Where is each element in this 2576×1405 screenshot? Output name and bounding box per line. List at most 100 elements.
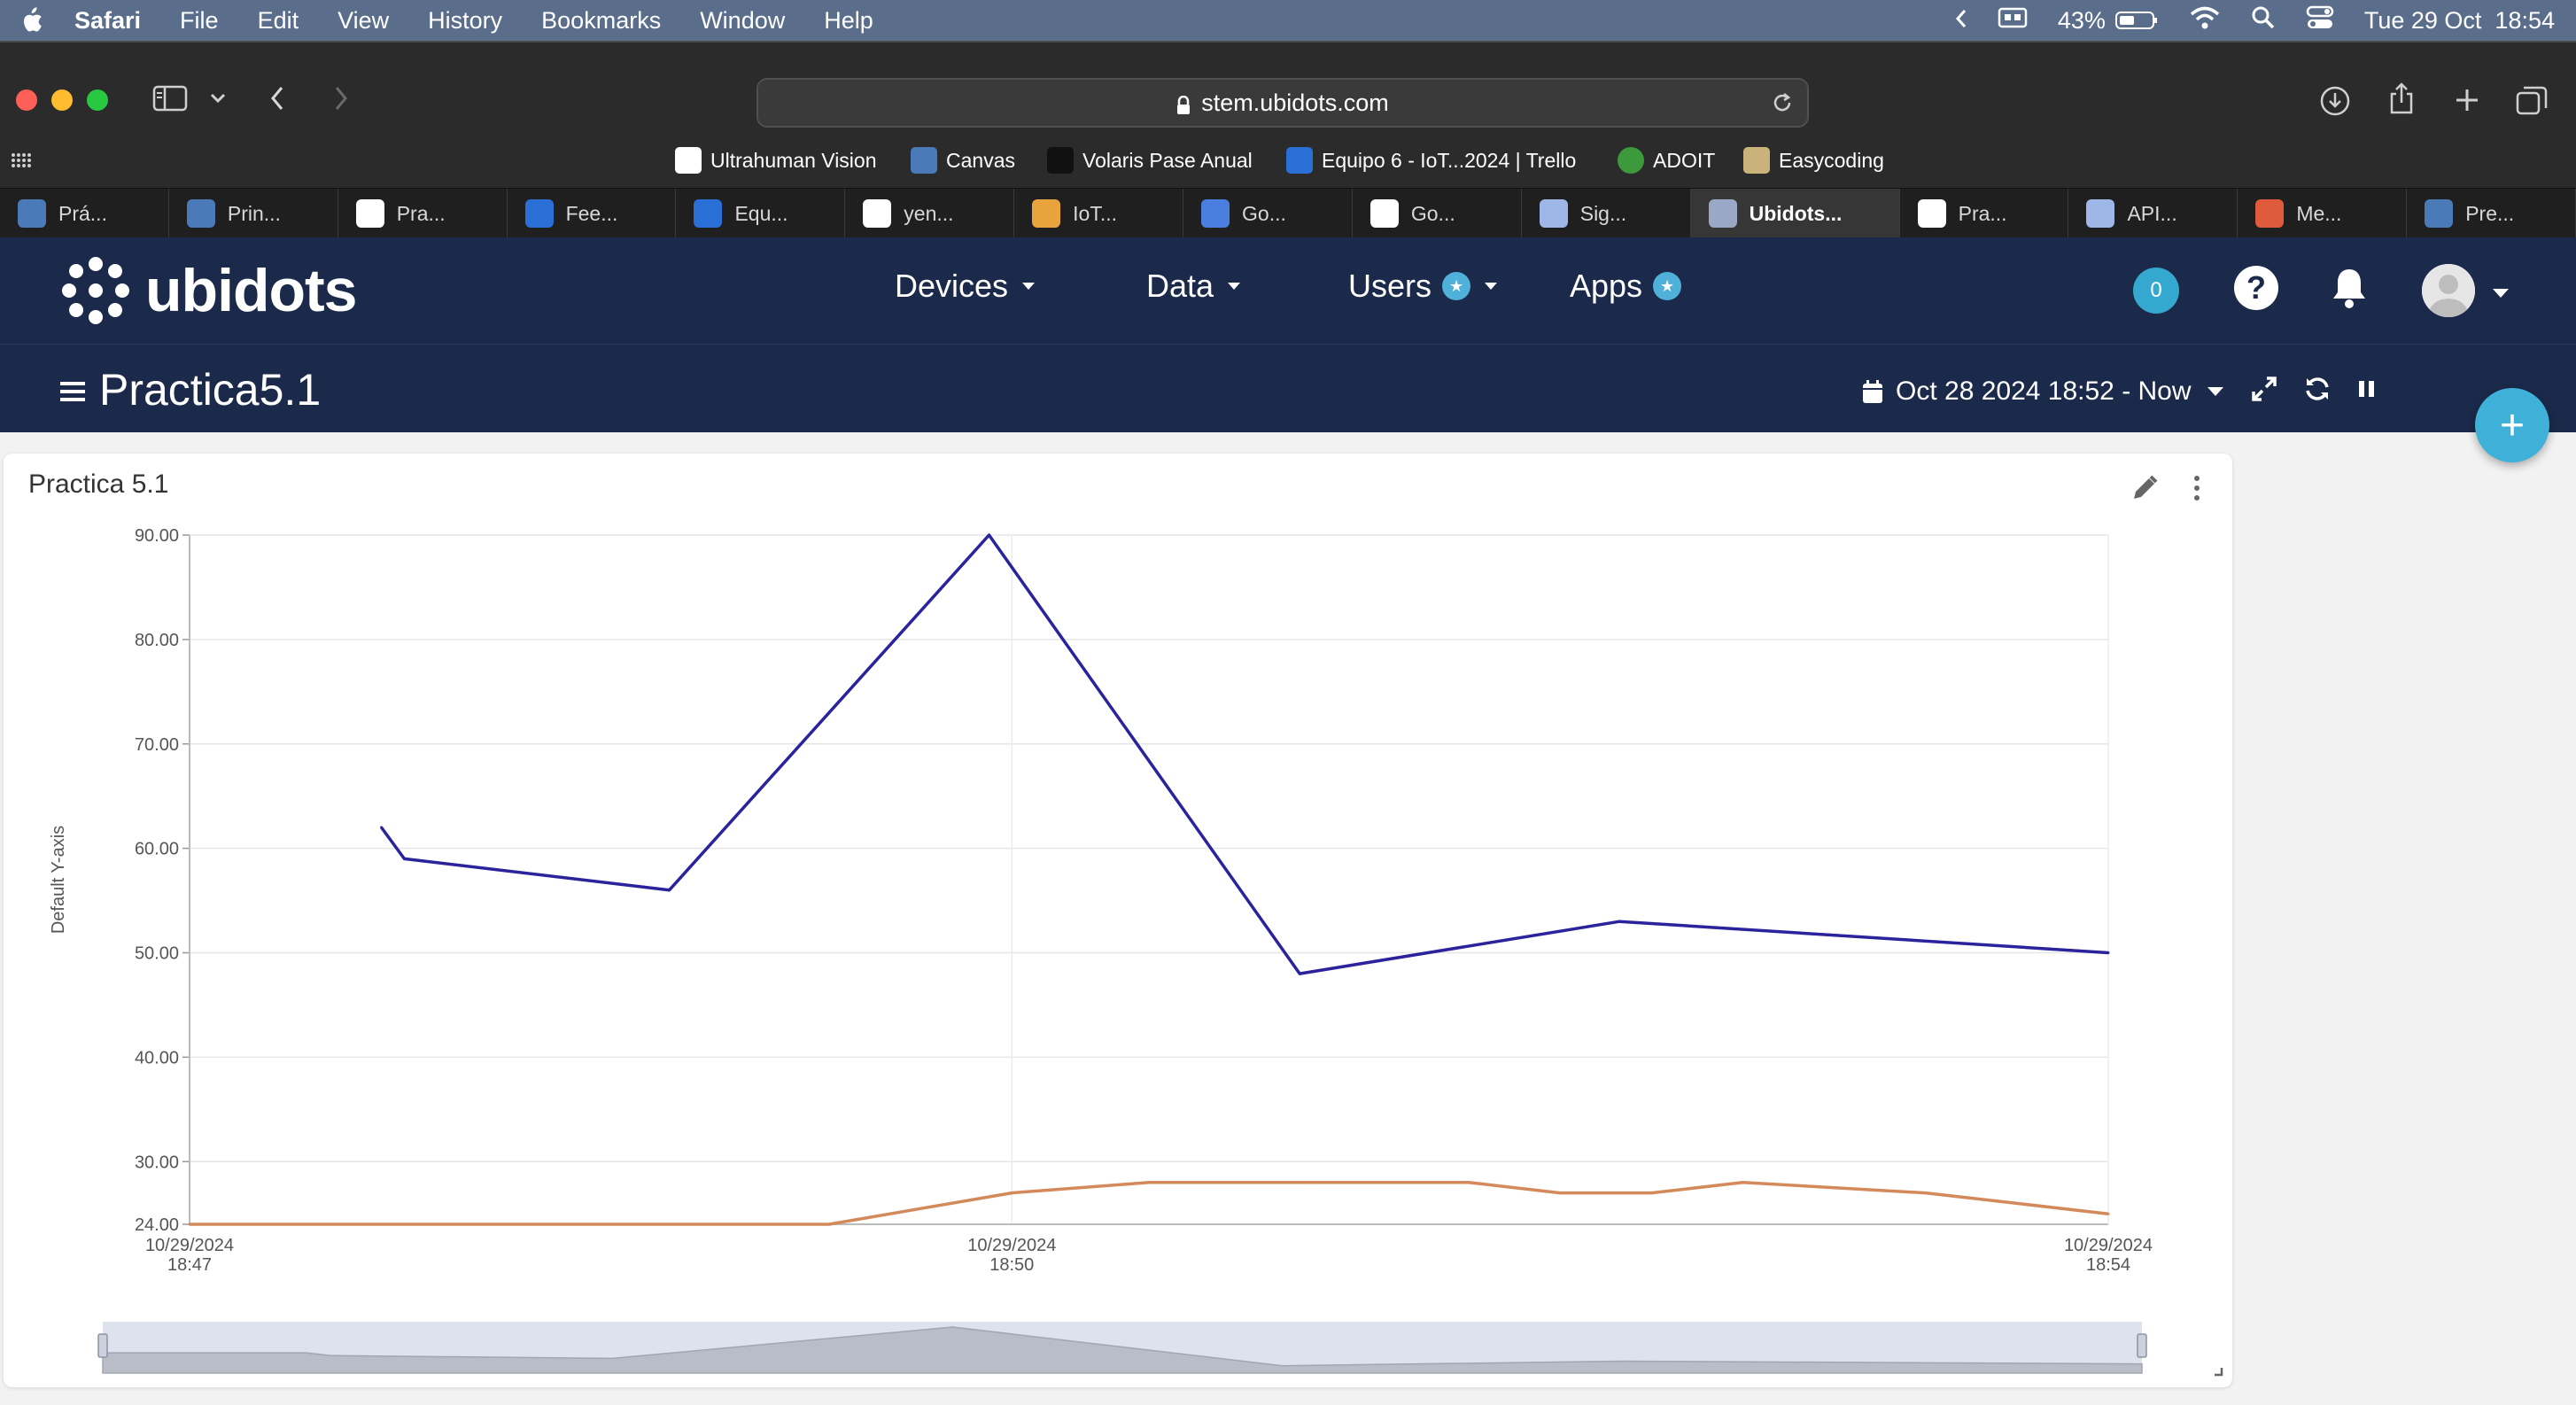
help-icon[interactable]: ? — [2234, 266, 2278, 310]
data-point — [1618, 920, 1621, 923]
window-close-button[interactable] — [16, 89, 37, 111]
browser-tab-label: Sig... — [1579, 201, 1627, 225]
tab-overview-icon[interactable] — [2516, 85, 2548, 115]
share-icon[interactable] — [2388, 82, 2415, 115]
y-tick-label: 70.00 — [135, 735, 179, 755]
nav-users-label: Users — [1348, 268, 1432, 304]
battery-icon[interactable] — [2114, 10, 2159, 31]
browser-tab[interactable]: Go... — [1353, 189, 1522, 238]
browser-tab[interactable]: Sig... — [1522, 189, 1691, 238]
nav-data[interactable]: Data — [1146, 268, 1241, 305]
menu-file[interactable]: File — [180, 7, 219, 35]
pause-icon[interactable] — [2356, 375, 2378, 408]
favorite-label: Ultrahuman Vision — [710, 148, 877, 172]
nav-devices[interactable]: Devices — [895, 268, 1036, 305]
hamburger-menu-icon[interactable] — [60, 382, 85, 401]
ubidots-dots-icon — [60, 255, 131, 326]
browser-tab[interactable]: Prá... — [0, 189, 169, 238]
line-chart[interactable]: 24.00 30.00 40.00 50.00 60.00 70.00 80.00 90.00… — [4, 454, 2232, 1387]
trello-icon — [1286, 147, 1313, 174]
ubidots-logo[interactable]: ubidots — [60, 255, 358, 326]
spotlight-search-icon[interactable] — [2251, 5, 2276, 36]
back-icon[interactable] — [269, 85, 285, 112]
favorite-canvas[interactable]: Canvas — [911, 147, 1015, 174]
favorite-easycoding[interactable]: Easycoding — [1743, 147, 1884, 174]
browser-tab[interactable]: IoT... — [1014, 189, 1184, 238]
resize-corner-icon — [2215, 1368, 2223, 1377]
google-icon — [863, 199, 892, 228]
data-point — [2107, 1212, 2110, 1215]
safari-toolbar: stem.ubidots.com Ultrahuman Vision Canva… — [0, 41, 2576, 198]
menu-view[interactable]: View — [338, 7, 389, 35]
wifi-icon[interactable] — [2189, 5, 2221, 36]
linkedin-icon — [524, 199, 554, 228]
forward-icon[interactable] — [333, 85, 349, 112]
notification-count-badge[interactable]: 0 — [2133, 268, 2179, 314]
y-tick-label: 50.00 — [135, 944, 179, 964]
dashboard-title[interactable]: Practica5.1 — [99, 364, 321, 415]
data-point — [380, 826, 384, 829]
menu-bookmarks[interactable]: Bookmarks — [541, 7, 661, 35]
browser-tab[interactable]: yen... — [845, 189, 1015, 238]
favorite-label: Equipo 6 - IoT...2024 | Trello — [1322, 148, 1577, 172]
github-icon — [1917, 199, 1946, 228]
window-zoom-button[interactable] — [87, 89, 108, 111]
browser-tab[interactable]: API... — [2068, 189, 2238, 238]
y-tick-label: 60.00 — [135, 840, 179, 859]
browser-tab[interactable]: Pre... — [2407, 189, 2576, 238]
browser-tab[interactable]: Ubidots... — [1690, 189, 1900, 238]
date-range-label: Oct 28 2024 18:52 - Now — [1896, 376, 2192, 406]
menu-edit[interactable]: Edit — [258, 7, 299, 35]
refresh-icon[interactable] — [2303, 375, 2332, 408]
battery-percent: 43% — [2057, 6, 2106, 34]
menubar-datetime[interactable]: Tue 29 Oct 18:54 — [2364, 7, 2555, 35]
caret-down-icon — [1485, 283, 1498, 290]
browser-tab[interactable]: Prin... — [169, 189, 338, 238]
apple-icon[interactable] — [18, 5, 44, 35]
browser-tab[interactable]: Pra... — [338, 189, 508, 238]
x-tick-time: 18:47 — [167, 1255, 212, 1275]
fullscreen-icon[interactable] — [2250, 375, 2278, 408]
nav-apps[interactable]: Apps ★ — [1570, 268, 1682, 305]
address-bar[interactable]: stem.ubidots.com — [757, 78, 1809, 128]
browser-tab[interactable]: Me... — [2238, 189, 2408, 238]
menu-safari[interactable]: Safari — [74, 7, 141, 35]
favorite-adoit[interactable]: ADOIT — [1618, 147, 1715, 174]
menu-history[interactable]: History — [428, 7, 502, 35]
canvas-icon — [18, 199, 46, 228]
window-minimize-button[interactable] — [51, 89, 73, 111]
github-icon — [355, 199, 384, 228]
favorite-volaris[interactable]: Volaris Pase Anual — [1047, 147, 1253, 174]
favorite-trello[interactable]: Equipo 6 - IoT...2024 | Trello — [1286, 147, 1576, 174]
lock-icon — [1176, 94, 1191, 114]
keyboard-icon[interactable] — [1998, 7, 2028, 35]
favorite-ultrahuman-vision[interactable]: Ultrahuman Vision — [675, 147, 877, 174]
chevron-down-icon[interactable] — [209, 92, 227, 105]
bell-icon[interactable] — [2330, 266, 2369, 314]
y-tick-label: 90.00 — [135, 526, 179, 546]
reload-icon[interactable] — [1770, 90, 1795, 121]
browser-tab[interactable]: Go... — [1183, 189, 1353, 238]
browser-tab[interactable]: Fee... — [508, 189, 677, 238]
menu-window[interactable]: Window — [700, 7, 785, 35]
medium-icon — [1369, 199, 1399, 228]
downloads-icon[interactable] — [2319, 85, 2351, 117]
browser-tab[interactable]: Equ... — [676, 189, 846, 238]
date-range-picker[interactable]: Oct 28 2024 18:52 - Now — [1862, 376, 2223, 407]
favorites-grid-icon[interactable] — [11, 152, 32, 168]
ubidots-navbar: ubidots Devices Data Users ★ Apps ★ 0 ? — [0, 237, 2576, 344]
favorites-bar: Ultrahuman Vision Canvas Volaris Pase An… — [0, 142, 2576, 179]
user-avatar[interactable] — [2422, 264, 2475, 317]
menu-help[interactable]: Help — [824, 7, 873, 35]
browser-tab[interactable]: Pra... — [1900, 189, 2069, 238]
data-point — [1467, 1181, 1470, 1184]
data-point — [988, 533, 990, 537]
caret-down-icon[interactable] — [2493, 289, 2509, 298]
control-center-icon[interactable] — [2306, 5, 2334, 36]
browser-tab-label: Pre... — [2465, 201, 2515, 225]
nav-users[interactable]: Users ★ — [1348, 268, 1498, 305]
add-widget-button[interactable]: + — [2475, 388, 2549, 462]
sidebar-toggle-icon[interactable] — [152, 85, 188, 112]
new-tab-icon[interactable] — [2454, 87, 2480, 113]
chevron-left-icon[interactable] — [1955, 7, 1967, 35]
